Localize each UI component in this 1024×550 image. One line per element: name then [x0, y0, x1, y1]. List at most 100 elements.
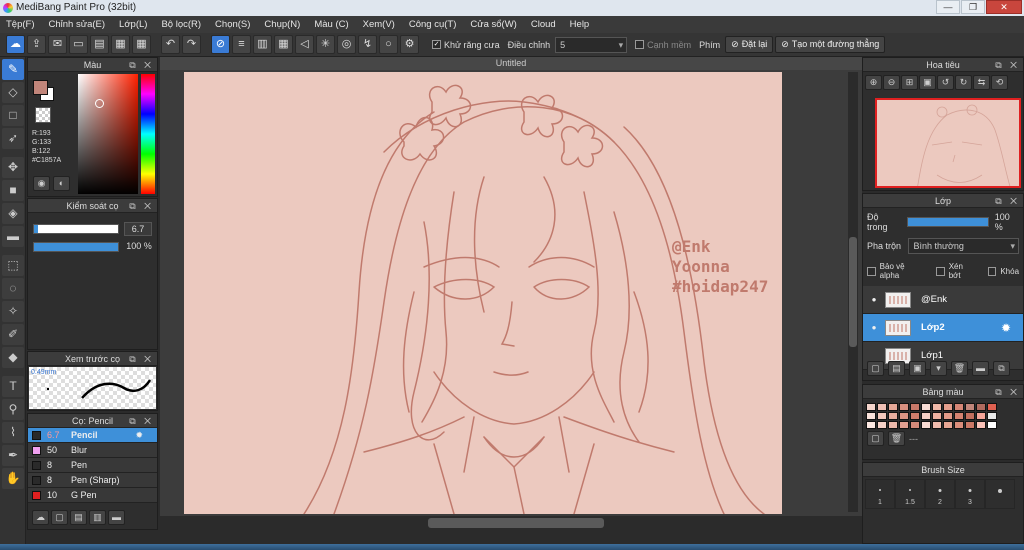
palette-swatch[interactable]	[976, 403, 986, 411]
menu-color[interactable]: Màu (C)	[314, 19, 348, 30]
palette-swatch[interactable]	[899, 412, 909, 420]
cloud-icon[interactable]: ☁	[6, 35, 25, 54]
horizontal-scroll-thumb[interactable]	[428, 518, 604, 528]
gear-icon[interactable]: ✹	[1001, 321, 1011, 335]
palette-swatch[interactable]	[877, 403, 887, 411]
chat-icon[interactable]: ✉	[48, 35, 67, 54]
duplicate-layer-icon[interactable]: ⧉	[993, 361, 1010, 376]
add-layer-menu-icon[interactable]: ▾	[930, 361, 947, 376]
palette-select[interactable]: ---	[909, 434, 918, 444]
brush-size-preset[interactable]: 1.5	[895, 479, 925, 509]
rotate-left-icon[interactable]: ↺	[937, 75, 954, 90]
lasso-tool-icon[interactable]: ◌	[2, 278, 24, 299]
navigator-thumbnail[interactable]	[875, 98, 1021, 188]
palette-swatch[interactable]	[888, 403, 898, 411]
palette-swatch[interactable]	[965, 421, 975, 429]
smooth-edge-checkbox[interactable]	[635, 40, 645, 49]
grid-snap-icon[interactable]: ▥	[253, 35, 272, 54]
palette-swatch[interactable]	[910, 403, 920, 411]
palette-swatch[interactable]	[932, 412, 942, 420]
maximize-button[interactable]: ❐	[961, 0, 985, 14]
parallel-snap-icon[interactable]: ≡	[232, 35, 251, 54]
brush-settings-icon[interactable]: ▥	[89, 510, 106, 525]
rotate-right-icon[interactable]: ↻	[955, 75, 972, 90]
brush-size-value[interactable]: 6.7	[124, 222, 152, 236]
snap-off-icon[interactable]: ⊘	[211, 35, 230, 54]
close-button[interactable]: ✕	[986, 0, 1022, 14]
palette-swatch[interactable]	[910, 412, 920, 420]
color-wheel-icon[interactable]: ◉	[33, 176, 50, 191]
visibility-icon[interactable]: ●	[863, 295, 885, 304]
palette-swatch[interactable]	[987, 403, 997, 411]
document-tab[interactable]: Untitled	[160, 57, 862, 70]
redo-icon[interactable]: ↷	[182, 35, 201, 54]
reset-button[interactable]: ⊘ Đặt lại	[725, 36, 774, 53]
folder-icon[interactable]: ▬	[108, 510, 125, 525]
panel-controls-icon[interactable]: ⧉ ✕	[129, 352, 154, 366]
vanishing-point-icon[interactable]: ◁	[295, 35, 314, 54]
palette-swatch[interactable]	[899, 403, 909, 411]
brush-menu-icon[interactable]: ▤	[70, 510, 87, 525]
fit-icon[interactable]: ⊞	[901, 75, 918, 90]
brush-size-preset[interactable]: 1	[865, 479, 895, 509]
page-icon[interactable]: ▤	[90, 35, 109, 54]
menu-select[interactable]: Chọn(S)	[215, 19, 250, 30]
zoom-in-icon[interactable]: ⊕	[865, 75, 882, 90]
new-halftone-layer-icon[interactable]: ▤	[888, 361, 905, 376]
palette-swatch[interactable]	[943, 403, 953, 411]
picker-tool-icon[interactable]: ✒	[2, 445, 24, 466]
grid-icon[interactable]: ▦	[132, 35, 151, 54]
brush-cloud-icon[interactable]: ☁	[32, 510, 49, 525]
correction-select[interactable]: 5	[555, 36, 628, 53]
primary-color-swatch[interactable]	[33, 80, 48, 95]
palette-swatch[interactable]	[987, 412, 997, 420]
eraser-tool-icon[interactable]: ◇	[2, 82, 24, 103]
horizontal-scrollbar[interactable]	[160, 516, 862, 530]
brush-opacity-slider[interactable]	[33, 242, 119, 252]
layer-item[interactable]: ● Lớp2 ✹	[863, 314, 1023, 342]
new-8bit-layer-icon[interactable]: ▣	[909, 361, 926, 376]
drawing-canvas[interactable]: @Enk Yoonna #hoidap247	[184, 72, 782, 514]
menu-edit[interactable]: Chỉnh sửa(E)	[49, 19, 106, 30]
menu-tools[interactable]: Công cụ(T)	[409, 19, 457, 30]
cross-snap-icon[interactable]: ▦	[274, 35, 293, 54]
text-tool-icon[interactable]: T	[2, 376, 24, 397]
palette-swatch[interactable]	[921, 421, 931, 429]
palette-swatch[interactable]	[866, 412, 876, 420]
brush-item[interactable]: 6.7 Pencil ✹	[28, 428, 157, 443]
delete-palette-icon[interactable]: 🗑	[888, 431, 905, 446]
eyedropper-icon[interactable]: ⌇	[2, 422, 24, 443]
antialias-checkbox[interactable]: ✓	[432, 40, 441, 49]
protect-alpha-checkbox[interactable]	[867, 266, 876, 276]
select-eraser-icon[interactable]: ◆	[2, 347, 24, 368]
brush-tool-icon[interactable]: ✎	[2, 59, 24, 80]
lock-checkbox[interactable]	[987, 266, 997, 276]
brush-item[interactable]: 8 Pen	[28, 458, 157, 473]
panel-controls-icon[interactable]: ⧉ ✕	[129, 414, 154, 428]
comment-icon[interactable]: ▭	[69, 35, 88, 54]
menu-window[interactable]: Cửa sổ(W)	[470, 19, 516, 30]
dot-tool-icon[interactable]: □	[2, 105, 24, 126]
select-pen-icon[interactable]: ✐	[2, 324, 24, 345]
menu-snap[interactable]: Chụp(N)	[264, 19, 300, 30]
palette-swatch[interactable]	[866, 421, 876, 429]
palette-swatch[interactable]	[888, 421, 898, 429]
curve-snap-icon[interactable]: ↯	[358, 35, 377, 54]
panel-controls-icon[interactable]: ⧉ ✕	[129, 199, 154, 213]
actual-size-icon[interactable]: ▣	[919, 75, 936, 90]
palette-swatch[interactable]	[943, 412, 953, 420]
blur-tool-icon[interactable]: ➶	[2, 128, 24, 149]
add-palette-icon[interactable]: ▢	[867, 431, 884, 446]
palette-swatch[interactable]	[877, 421, 887, 429]
brush-size-preset[interactable]	[985, 479, 1015, 509]
menu-view[interactable]: Xem(V)	[363, 19, 395, 30]
pages-icon[interactable]: ▦	[111, 35, 130, 54]
minimize-button[interactable]: —	[936, 0, 960, 14]
palette-swatch[interactable]	[954, 412, 964, 420]
palette-swatch[interactable]	[899, 421, 909, 429]
layer-folder-icon[interactable]: ▬	[972, 361, 989, 376]
palette-swatch[interactable]	[965, 403, 975, 411]
brush-item[interactable]: 8 Pen (Sharp)	[28, 473, 157, 488]
vertical-scroll-thumb[interactable]	[849, 237, 857, 347]
palette-swatch[interactable]	[976, 412, 986, 420]
